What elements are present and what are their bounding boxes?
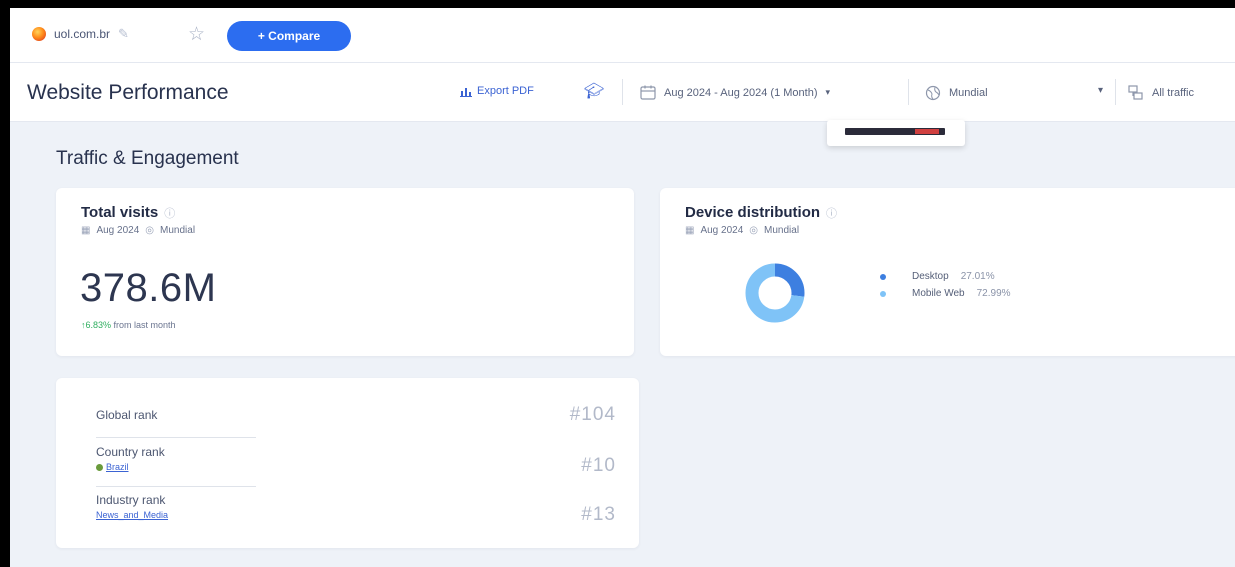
date-range-label: Aug 2024 - Aug 2024 (1 Month) xyxy=(664,86,818,99)
compare-bar: uol.com.br ✎ ☆ + Compare xyxy=(10,8,1235,62)
industry-rank-value: #13 xyxy=(581,504,616,525)
calendar-icon: ▦ xyxy=(81,225,91,236)
region-selector[interactable]: Mundial xyxy=(925,85,988,101)
info-icon[interactable]: ⓘ xyxy=(826,205,837,221)
industry-rank-label: Industry rank xyxy=(96,493,166,507)
page-title: Website Performance xyxy=(27,81,229,104)
app-frame: uol.com.br ✎ ☆ + Compare Website Perform… xyxy=(10,8,1235,567)
date-range-selector[interactable]: Aug 2024 - Aug 2024 (1 Month) ▾ xyxy=(640,85,830,100)
period-label: Aug 2024 xyxy=(96,225,140,236)
mobile-web-value: 72.99% xyxy=(976,288,1011,299)
device-distribution-card: Device distribution ⓘ ▦ Aug 2024 ◎ Mundi… xyxy=(660,188,1235,356)
total-visits-title: Total visits xyxy=(81,204,159,221)
industry-link[interactable]: News_and_Media xyxy=(96,510,168,520)
mobile-web-dot xyxy=(880,290,886,297)
compare-label: + Compare xyxy=(257,29,321,43)
calendar-icon xyxy=(640,85,656,100)
traffic-label: All traffic xyxy=(1152,86,1194,99)
global-rank-label: Global rank xyxy=(96,408,158,422)
compare-button[interactable]: + Compare xyxy=(227,21,351,51)
desktop-label: Desktop xyxy=(912,271,949,282)
country-link[interactable]: Brazil xyxy=(96,462,129,472)
desktop-value: 27.01% xyxy=(960,271,995,282)
page-header: Website Performance Export PDF 🎓︎ Aug 20… xyxy=(10,62,1235,122)
change-text: from last month xyxy=(113,320,176,330)
bar-chart-icon xyxy=(460,87,472,97)
divider xyxy=(622,79,623,105)
region-label: Mundial xyxy=(764,225,800,236)
ranks-card: Global rank #104 Country rank Brazil #10… xyxy=(56,378,639,548)
period-label: Aug 2024 xyxy=(700,225,744,236)
desktop-dot xyxy=(880,273,886,280)
mobile-web-label: Mobile Web xyxy=(912,288,965,299)
divider xyxy=(96,437,256,438)
change-percent: 6.83% xyxy=(85,320,112,330)
brazil-flag-icon xyxy=(96,463,103,471)
device-distribution-title: Device distribution xyxy=(685,204,821,221)
tooltip-content xyxy=(845,128,945,135)
industry-name: News_and_Media xyxy=(96,510,169,520)
divider xyxy=(1115,79,1116,105)
device-legend: Desktop 27.01% Mobile Web 72.99% xyxy=(880,268,1011,302)
traffic-sources-icon xyxy=(1128,85,1143,100)
legend-item-desktop: Desktop 27.01% xyxy=(880,268,1011,285)
site-domain: uol.com.br xyxy=(54,27,111,41)
region-label: Mundial xyxy=(160,225,196,236)
divider xyxy=(908,79,909,105)
chevron-down-icon[interactable]: ▾ xyxy=(1098,85,1103,96)
section-title: Traffic & Engagement xyxy=(56,148,239,169)
globe-icon: ◎ xyxy=(749,225,759,236)
country-rank-row: Country rank Brazil #10 xyxy=(96,444,616,484)
traffic-selector[interactable]: All traffic xyxy=(1128,85,1194,100)
card-meta: ▦ Aug 2024 ◎ Mundial xyxy=(685,225,799,236)
calendar-icon: ▦ xyxy=(685,225,695,236)
edit-pencil-icon[interactable]: ✎ xyxy=(118,26,129,42)
site-favicon-icon xyxy=(32,27,46,41)
globe-icon xyxy=(925,85,941,101)
device-donut-chart xyxy=(745,263,805,323)
card-title: Device distribution ⓘ xyxy=(685,204,837,221)
global-rank-row: Global rank #104 xyxy=(96,404,616,434)
site-chip[interactable]: uol.com.br ✎ xyxy=(32,26,129,42)
country-rank-value: #10 xyxy=(581,455,616,476)
global-rank-value: #104 xyxy=(569,404,616,425)
export-pdf-button[interactable]: Export PDF xyxy=(460,85,534,97)
info-icon[interactable]: ⓘ xyxy=(164,205,175,221)
export-label: Export PDF xyxy=(477,85,534,97)
graduation-cap-icon[interactable]: 🎓︎ xyxy=(584,81,604,101)
chevron-down-icon: ▾ xyxy=(825,87,831,97)
region-label: Mundial xyxy=(949,87,988,99)
country-rank-label: Country rank xyxy=(96,445,165,459)
tooltip-popup xyxy=(827,120,965,146)
divider xyxy=(96,486,256,487)
favorite-star-icon[interactable]: ☆ xyxy=(188,23,205,46)
card-title: Total visits ⓘ xyxy=(81,204,175,221)
country-name: Brazil xyxy=(106,462,129,472)
total-visits-value: 378.6M xyxy=(80,266,217,310)
globe-icon: ◎ xyxy=(145,225,155,236)
legend-item-mobile-web: Mobile Web 72.99% xyxy=(880,285,1011,302)
card-meta: ▦ Aug 2024 ◎ Mundial xyxy=(81,225,195,236)
change-indicator: ↑6.83% from last month xyxy=(81,320,176,330)
total-visits-card: Total visits ⓘ ▦ Aug 2024 ◎ Mundial 378.… xyxy=(56,188,634,356)
industry-rank-row: Industry rank News_and_Media #13 xyxy=(96,492,616,532)
